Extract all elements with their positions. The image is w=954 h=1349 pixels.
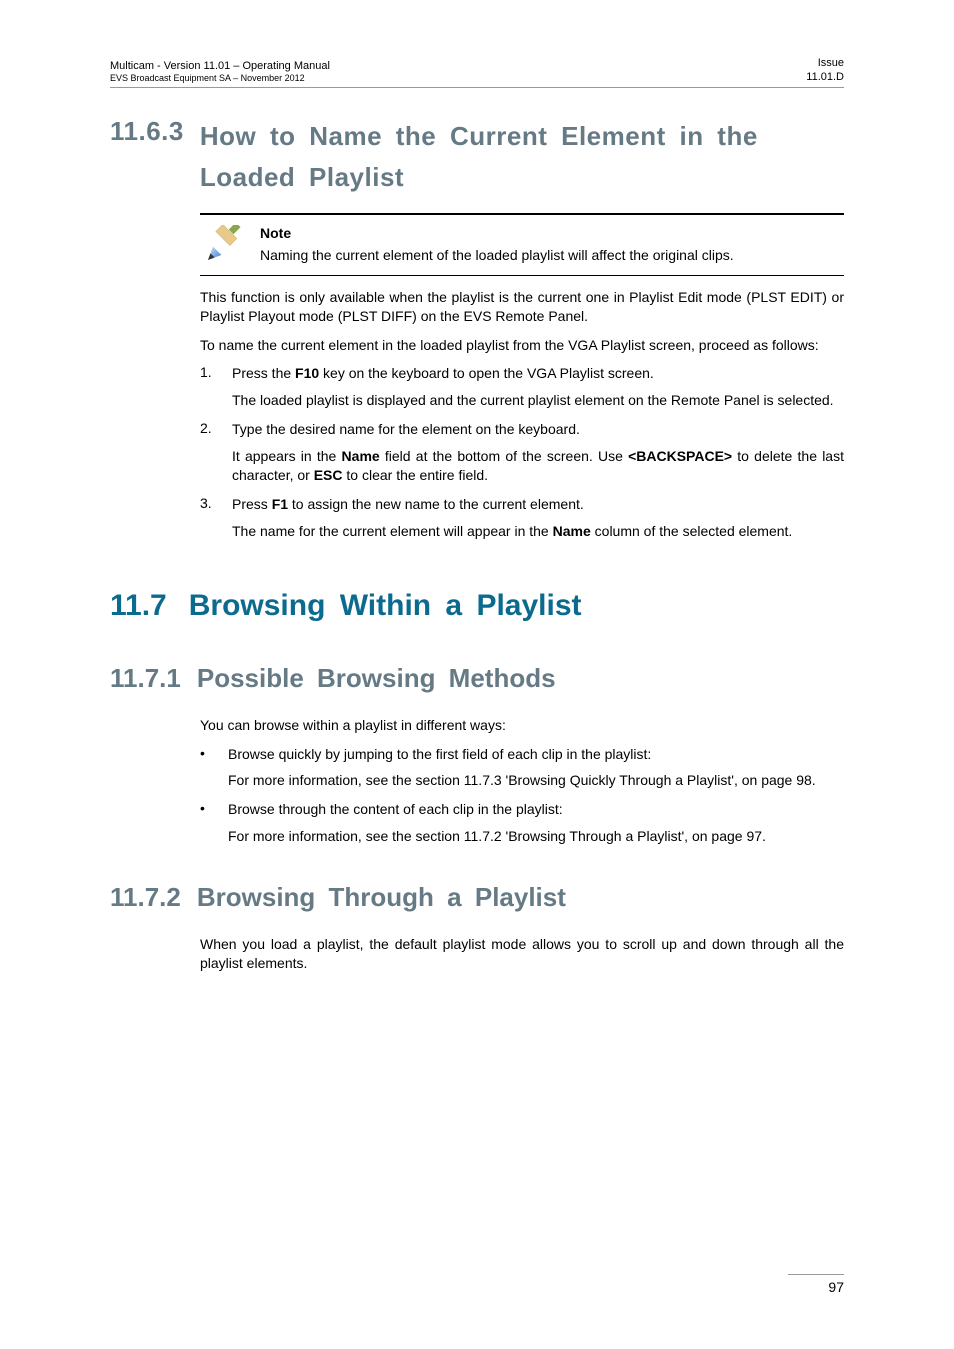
bullet-list: • Browse through the content of each cli… (200, 800, 844, 819)
text: Press the (232, 365, 295, 381)
header-issue-label: Issue (806, 56, 844, 70)
heading-11-7: 11.7 Browsing Within a Playlist (110, 589, 844, 623)
heading-text: How to Name the Current Element in the L… (200, 116, 844, 199)
note-box: Note Naming the current element of the l… (200, 213, 844, 276)
paragraph: This function is only available when the… (200, 288, 844, 326)
text: The name for the current element will ap… (232, 523, 553, 539)
bullet-text: Browse quickly by jumping to the first f… (228, 745, 844, 764)
page-header: Multicam - Version 11.01 – Operating Man… (110, 56, 844, 88)
key-f1: F1 (272, 496, 288, 512)
text: field at the bottom of the screen. Use (380, 448, 628, 464)
step-sub: It appears in the Name field at the bott… (232, 447, 844, 485)
step-number (200, 364, 222, 383)
step-text: Type the desired name for the element on… (232, 420, 844, 439)
heading-number: 11.7 (110, 589, 167, 623)
bullet-sub: For more information, see the section 11… (228, 771, 844, 790)
text: It appears in the (232, 448, 342, 464)
step-1: Press the F10 key on the keyboard to ope… (200, 364, 844, 410)
step-number (200, 420, 222, 439)
heading-11-7-2: 11.7.2 Browsing Through a Playlist (110, 882, 844, 913)
heading-number: 11.7.2 (110, 882, 181, 913)
text: to clear the entire field. (343, 467, 489, 483)
key-f10: F10 (295, 365, 319, 381)
header-product: Multicam - Version 11.01 – Operating Man… (110, 59, 330, 73)
bullet-list: • Browse quickly by jumping to the first… (200, 745, 844, 764)
header-right: Issue 11.01.D (806, 56, 844, 85)
header-left: Multicam - Version 11.01 – Operating Man… (110, 59, 330, 85)
heading-text: Possible Browsing Methods (197, 663, 556, 694)
paragraph: When you load a playlist, the default pl… (200, 935, 844, 973)
field-name: Name (342, 448, 380, 464)
note-label: Note (260, 225, 844, 241)
heading-number: 11.7.1 (110, 663, 181, 694)
page-number: 97 (788, 1274, 844, 1295)
heading-text: Browsing Through a Playlist (197, 882, 566, 913)
paragraph: To name the current element in the loade… (200, 336, 844, 355)
bullet-marker: • (200, 800, 214, 819)
heading-text: Browsing Within a Playlist (189, 589, 582, 623)
text: Press (232, 496, 272, 512)
note-text: Naming the current element of the loaded… (260, 247, 844, 263)
pencil-icon (200, 225, 246, 265)
step-2: Type the desired name for the element on… (200, 420, 844, 485)
text: column of the selected element. (591, 523, 793, 539)
bullet-item: • Browse quickly by jumping to the first… (200, 745, 844, 764)
step-number (200, 495, 222, 514)
bullet-text: Browse through the content of each clip … (228, 800, 844, 819)
steps-list: Press the F10 key on the keyboard to ope… (200, 364, 844, 540)
paragraph: You can browse within a playlist in diff… (200, 716, 844, 735)
step-text: Press the F10 key on the keyboard to ope… (232, 364, 844, 383)
heading-11-7-1: 11.7.1 Possible Browsing Methods (110, 663, 844, 694)
step-sub: The name for the current element will ap… (232, 522, 844, 541)
bullet-sub: For more information, see the section 11… (228, 827, 844, 846)
header-company: EVS Broadcast Equipment SA – November 20… (110, 73, 330, 85)
header-issue-value: 11.01.D (806, 70, 844, 84)
text: key on the keyboard to open the VGA Play… (319, 365, 654, 381)
step-sub: The loaded playlist is displayed and the… (232, 391, 844, 410)
bullet-marker: • (200, 745, 214, 764)
key-backspace: <BACKSPACE> (628, 448, 732, 464)
column-name: Name (553, 523, 591, 539)
bullet-item: • Browse through the content of each cli… (200, 800, 844, 819)
heading-number: 11.6.3 (110, 116, 184, 199)
key-esc: ESC (314, 467, 343, 483)
text: to assign the new name to the current el… (288, 496, 584, 512)
heading-11-6-3: 11.6.3 How to Name the Current Element i… (110, 116, 844, 199)
step-text: Press F1 to assign the new name to the c… (232, 495, 844, 514)
step-3: Press F1 to assign the new name to the c… (200, 495, 844, 541)
